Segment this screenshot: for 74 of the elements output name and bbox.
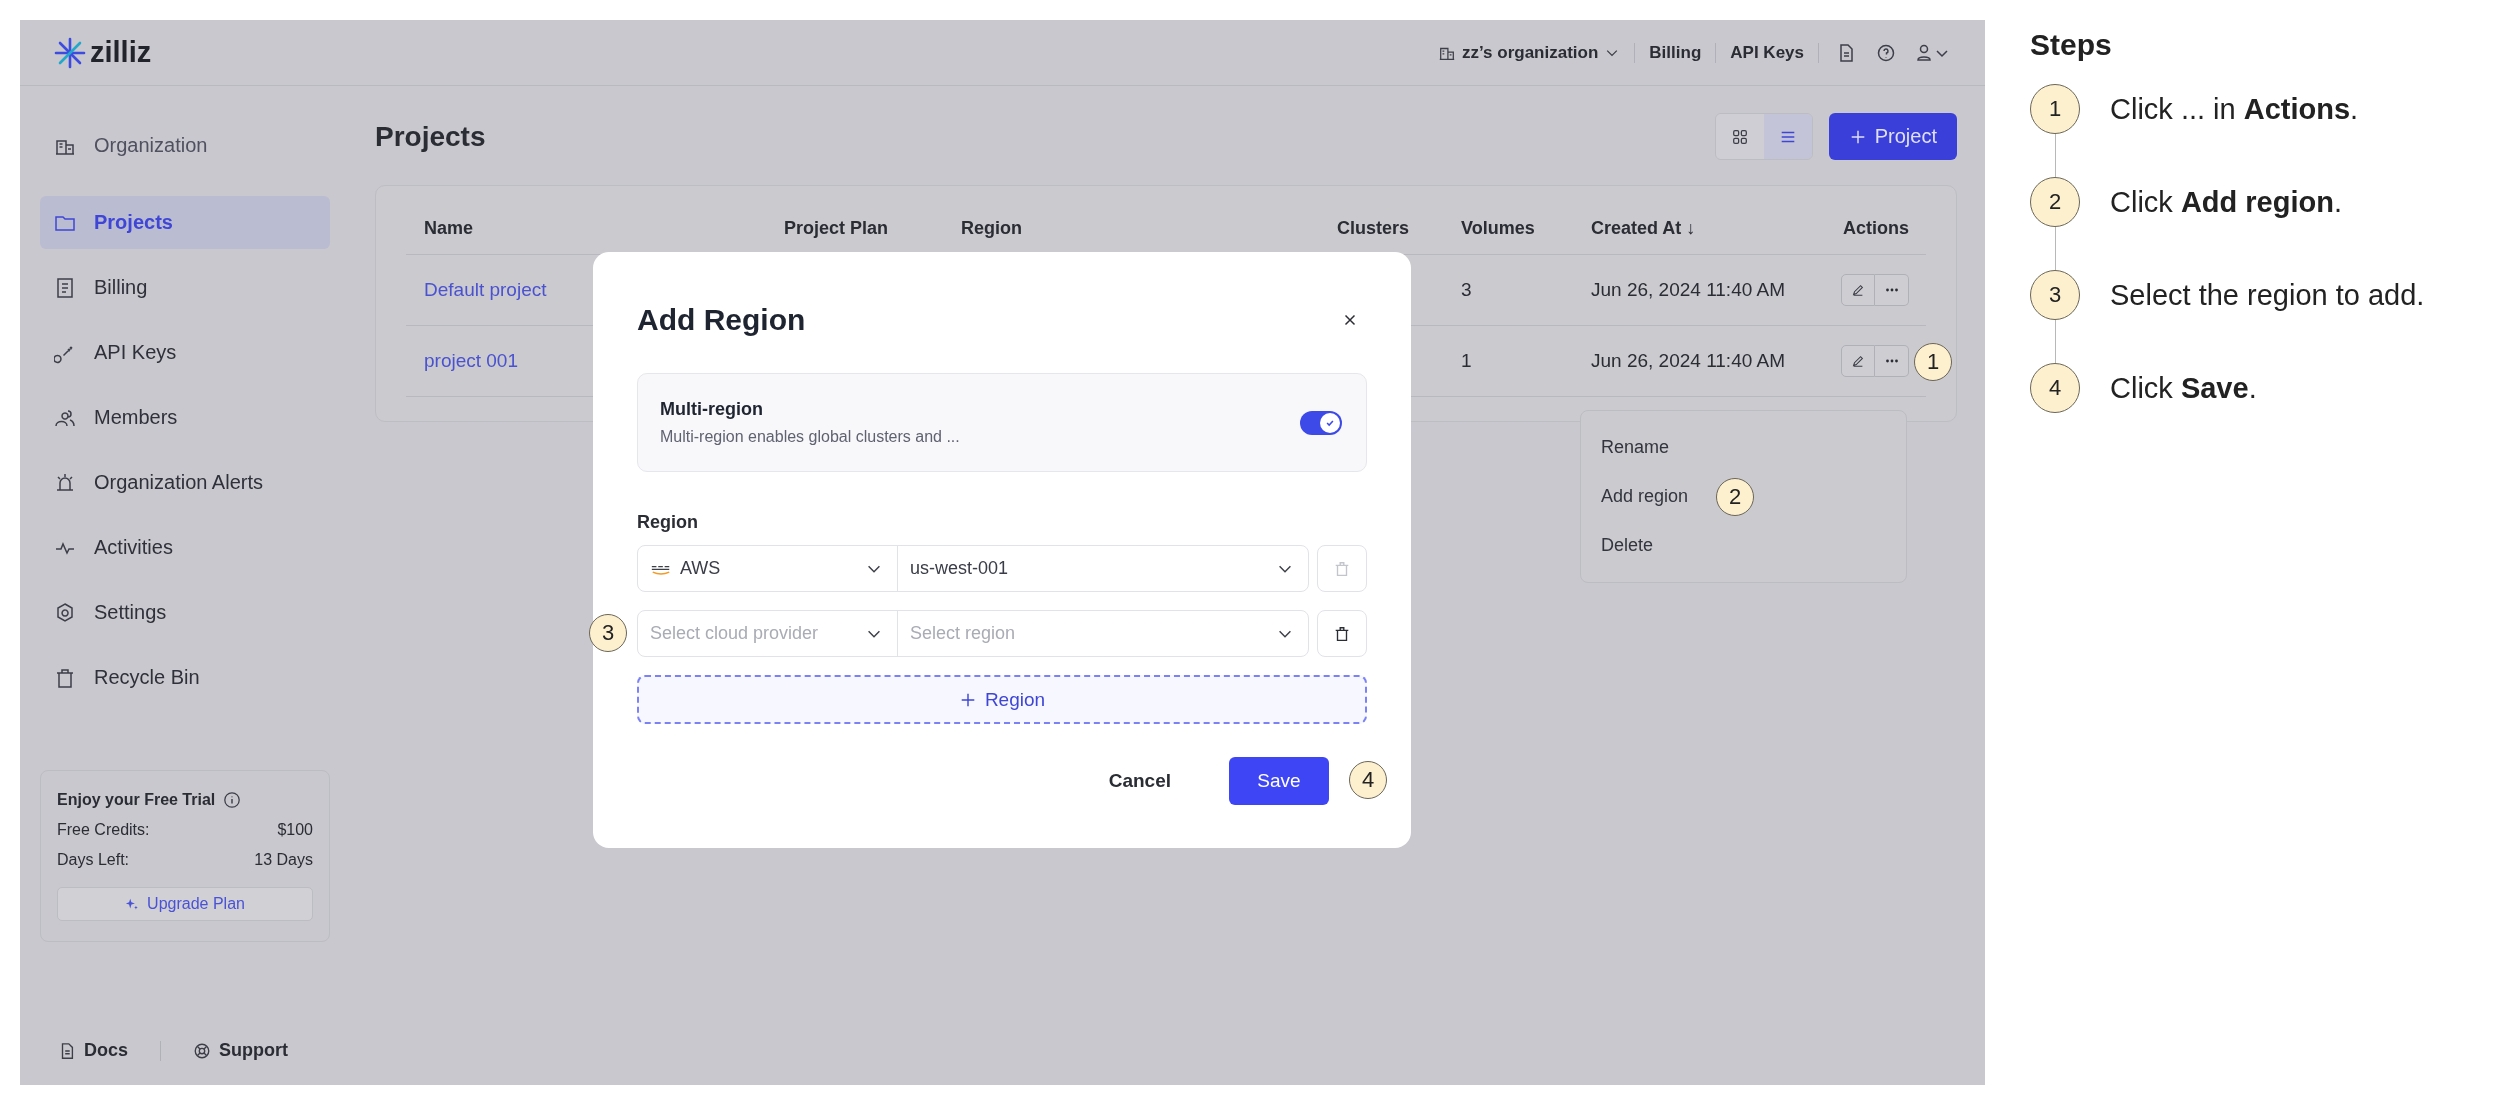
column-header: Created At ↓ [1590, 217, 1697, 239]
sidebar-item[interactable]: Recycle Bin [40, 651, 330, 704]
grid-icon [1730, 127, 1749, 146]
table-cell-text: 3 [1460, 279, 1473, 301]
save-button[interactable]: Save [1229, 757, 1329, 805]
top-link[interactable]: Billing [1649, 42, 1702, 63]
support-link[interactable]: Support [193, 1040, 288, 1061]
step-text: Click Save. [2110, 371, 2257, 406]
add-region-button[interactable]: Region [637, 675, 1367, 724]
trash-icon [54, 666, 76, 689]
sidebar-item[interactable]: Members [40, 391, 330, 444]
trial-title: Enjoy your Free Trial [57, 791, 216, 809]
list-view-button[interactable] [1763, 114, 1812, 159]
edit-button[interactable] [1841, 274, 1875, 306]
menu-item[interactable]: Delete [1601, 521, 1654, 570]
edit-button[interactable] [1841, 345, 1875, 377]
new-project-button[interactable]: Project [1828, 113, 1957, 160]
column-header: Clusters [1335, 217, 1410, 239]
settings-icon [54, 601, 76, 624]
page-title: Projects [375, 120, 486, 153]
step-text: Click Add region. [2110, 185, 2342, 220]
document-icon [54, 276, 76, 299]
sidebar-item[interactable]: Settings [40, 586, 330, 639]
steps-title: Steps [2030, 28, 2113, 62]
help-icon[interactable] [1876, 42, 1896, 63]
table-cell-text: Jun 26, 2024 11:40 AM [1590, 279, 1787, 301]
menu-item[interactable]: Add region [1601, 472, 1689, 521]
table-cell-text: Jun 26, 2024 11:40 AM [1590, 350, 1787, 372]
column-header: Volumes [1460, 217, 1536, 239]
step-number-badge: 1 [2030, 84, 2080, 134]
trial-label: Free Credits: [57, 821, 150, 839]
trash-icon [1333, 624, 1351, 643]
sidebar-item[interactable]: Organization [40, 119, 330, 172]
step-number-badge: 4 [2030, 363, 2080, 413]
sidebar-item[interactable]: Projects [40, 196, 330, 249]
user-menu-icon[interactable] [1916, 42, 1950, 63]
lifebuoy-icon [193, 1041, 211, 1060]
sidebar-item[interactable]: Billing [40, 261, 330, 314]
docs-link[interactable]: Docs [58, 1040, 128, 1061]
step-text: Click ... in Actions. [2110, 92, 2359, 127]
top-link[interactable]: API Keys [1730, 42, 1804, 63]
column-header: Project Plan [783, 217, 890, 239]
dialog-title: Add Region [637, 303, 806, 337]
multi-region-toggle[interactable] [1300, 410, 1342, 435]
region-label: Region [637, 512, 699, 533]
info-icon[interactable] [223, 791, 242, 809]
sparkle-icon [125, 897, 140, 911]
logo-icon [54, 36, 86, 69]
menu-item[interactable]: Rename [1601, 423, 1670, 472]
trial-value: 13 Days [254, 851, 313, 869]
pencil-icon [1851, 283, 1865, 297]
table-cell-text: 1 [1460, 350, 1473, 372]
sidebar-item[interactable]: Organization Alerts [40, 456, 330, 509]
column-header: Name [423, 217, 475, 239]
alarm-icon [54, 471, 76, 494]
organization-dropdown[interactable]: zz’s organization [1438, 42, 1621, 63]
column-header: Actions [1842, 217, 1910, 239]
pencil-icon [1851, 354, 1865, 368]
step-number-badge: 3 [2030, 270, 2080, 320]
sidebar-item[interactable]: Activities [40, 521, 330, 574]
trash-icon [1333, 559, 1351, 578]
column-header: Region [960, 217, 1023, 239]
trial-label: Days Left: [57, 851, 130, 869]
option-title: Multi-region [660, 399, 764, 420]
step-number-badge: 2 [2030, 177, 2080, 227]
grid-view-button[interactable] [1715, 114, 1764, 159]
upgrade-button[interactable]: Upgrade Plan [57, 887, 313, 921]
delete-region-button[interactable] [1317, 610, 1367, 657]
cancel-button[interactable]: Cancel [1080, 757, 1199, 805]
sidebar-item[interactable]: API Keys [40, 326, 330, 379]
option-description: Multi-region enables global clusters and ... [660, 428, 960, 446]
trial-value: $100 [277, 821, 313, 839]
step-text: Select the region to add. [2110, 278, 2425, 313]
logo-text: zilliz [90, 36, 152, 69]
